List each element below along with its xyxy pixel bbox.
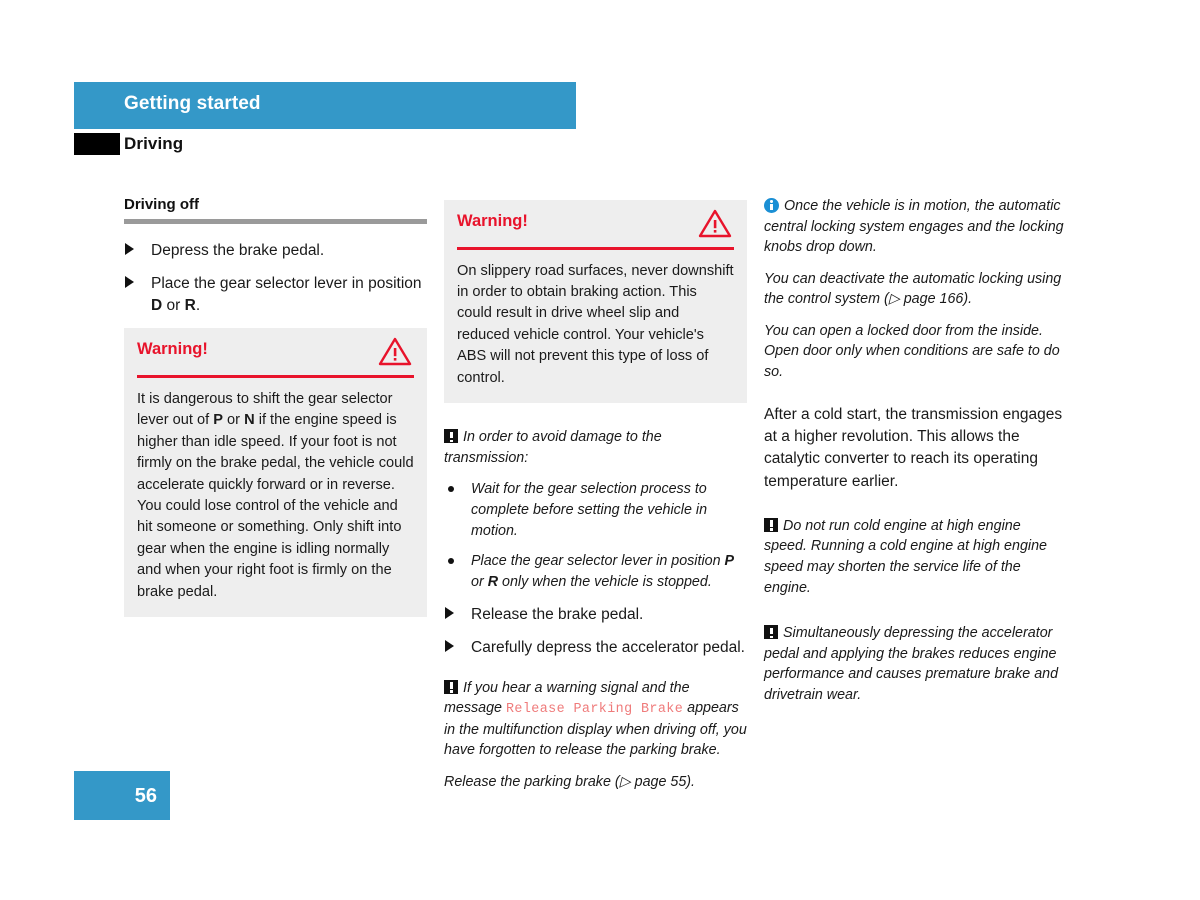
list-item: Release the brake pedal. — [444, 604, 747, 626]
warning-header: Warning! — [457, 209, 734, 243]
step-list-2: Release the brake pedal. Carefully depre… — [444, 604, 747, 659]
caution-icon — [444, 679, 458, 694]
page-number-badge: 56 — [74, 771, 170, 820]
warning-text-3: if the engine speed is higher than idle … — [137, 412, 414, 600]
caution-note-parking-brake: If you hear a warning signal and the mes… — [444, 678, 747, 761]
warning-box-2: Warning! On slippery road surfaces, neve… — [444, 200, 747, 404]
caution-note-simultaneous-pedals: Simultaneously depressing the accelerato… — [764, 623, 1067, 705]
warning-text-bold-2: N — [244, 412, 255, 429]
info-note-central-locking: Once the vehicle is in motion, the autom… — [764, 196, 1067, 258]
warning-triangle-icon — [698, 208, 732, 244]
content-column-2: Warning! On slippery road surfaces, neve… — [444, 196, 747, 803]
bullet-text: Wait for the gear selection process to c… — [471, 481, 708, 539]
chapter-header-bar: Getting started — [74, 82, 576, 129]
warning-box-1: Warning! It is dangerous to shift the ge… — [124, 328, 427, 618]
list-item: Depress the brake pedal. — [124, 240, 427, 262]
bullet-text-bold-2: R — [487, 574, 499, 591]
step-text: Depress the brake pedal. — [151, 242, 325, 260]
cross-reference-parking-brake: Release the parking brake (▷ page 55). — [444, 772, 747, 793]
triangle-bullet-icon — [125, 243, 134, 256]
warning-body: On slippery road surfaces, never downshi… — [457, 262, 734, 386]
bullet-text-3: only when the vehicle is stopped. — [498, 574, 712, 591]
crossref-text-before: Release the parking brake ( — [444, 773, 620, 790]
display-message: Release Parking Brake — [505, 702, 684, 718]
section-title: Driving — [124, 134, 184, 153]
step-text-end: . — [195, 297, 201, 315]
content-column-3: Once the vehicle is in motion, the autom… — [764, 196, 1067, 717]
caution-icon — [764, 625, 778, 640]
caution-icon — [764, 517, 778, 532]
chapter-title: Getting started — [124, 93, 261, 114]
warning-rule — [457, 247, 734, 250]
caution-note-text: In order to avoid damage to the transmis… — [444, 429, 662, 466]
crossref-arrow-icon: ▷ — [619, 773, 631, 790]
bullet-list-transmission: Wait for the gear selection process to c… — [444, 479, 747, 593]
info-paragraph-open-locked-door: You can open a locked door from the insi… — [764, 322, 1060, 381]
step-list-1: Depress the brake pedal. Place the gear … — [124, 240, 427, 317]
triangle-bullet-icon — [445, 606, 454, 619]
step-text: Place the gear selector lever in positio… — [151, 275, 422, 293]
dot-bullet-icon — [448, 486, 454, 493]
bullet-text-bold-1: P — [724, 553, 735, 570]
info-text-after: page 166). — [899, 291, 973, 308]
crossref-text-after: page 55). — [630, 773, 696, 790]
triangle-bullet-icon — [125, 276, 134, 289]
warning-rule — [137, 375, 414, 378]
warning-triangle-icon — [378, 336, 412, 372]
caution-icon — [444, 429, 458, 444]
bullet-text-2: or — [471, 574, 488, 591]
warning-text-bold-1: P — [213, 412, 223, 429]
step-text: Release the brake pedal. — [471, 605, 644, 623]
warning-text-2: or — [223, 412, 245, 429]
content-column-1: Driving off Depress the brake pedal. Pla… — [124, 196, 427, 618]
warning-body: It is dangerous to shift the gear select… — [137, 389, 414, 603]
dot-bullet-icon — [448, 558, 454, 565]
list-item: Wait for the gear selection process to c… — [444, 479, 747, 541]
list-item: Carefully depress the accelerator pedal. — [444, 637, 747, 659]
subheading-rule — [124, 219, 427, 225]
caution-note-cold-engine: Do not run cold engine at high engine sp… — [764, 516, 1067, 598]
step-text-mid: or — [162, 297, 185, 315]
caution-note-transmission: In order to avoid damage to the transmis… — [444, 427, 747, 468]
step-text: Carefully depress the accelerator pedal. — [471, 638, 745, 656]
info-paragraph-deactivate-locking: You can deactivate the automatic locking… — [764, 269, 1067, 310]
page-number: 56 — [134, 785, 157, 807]
warning-title: Warning! — [137, 340, 208, 359]
caution-note-text: Do not run cold engine at high engine sp… — [764, 517, 1047, 596]
subheading-driving-off: Driving off — [124, 196, 199, 213]
triangle-bullet-icon — [445, 639, 454, 652]
list-item: Place the gear selector lever in positio… — [444, 551, 747, 592]
section-marker-block — [74, 133, 120, 155]
step-text-bold: D — [151, 297, 163, 315]
warning-header: Warning! — [137, 338, 414, 371]
info-icon — [764, 198, 779, 213]
warning-title: Warning! — [457, 212, 528, 230]
info-note-text: Once the vehicle is in motion, the autom… — [764, 198, 1064, 256]
paragraph-cold-start: After a cold start, the transmission eng… — [764, 405, 1063, 490]
list-item: Place the gear selector lever in positio… — [124, 273, 427, 317]
crossref-arrow-icon: ▷ — [888, 291, 900, 308]
bullet-text-1: Place the gear selector lever in positio… — [471, 553, 725, 570]
caution-note-text: Simultaneously depressing the accelerato… — [764, 625, 1059, 703]
step-text-bold-2: R — [184, 297, 196, 315]
